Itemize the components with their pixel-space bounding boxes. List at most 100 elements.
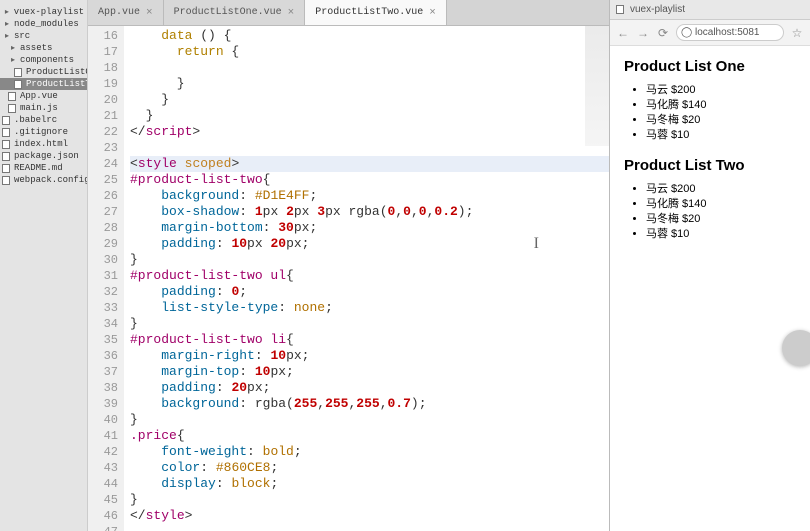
editor-tabs: App.vue×ProductListOne.vue×ProductListTw… [88, 0, 609, 26]
code-line[interactable]: margin-top: 10px; [130, 364, 609, 380]
tree-folder[interactable]: ▸components [0, 54, 87, 66]
code-line[interactable]: padding: 20px; [130, 380, 609, 396]
code-line[interactable]: #product-list-two ul{ [130, 268, 609, 284]
line-number: 18 [88, 60, 118, 76]
file-icon [2, 151, 12, 161]
folder-icon: ▸ [2, 19, 12, 29]
code-line[interactable]: margin-bottom: 30px; [130, 220, 609, 236]
code-line[interactable]: } [130, 492, 609, 508]
tree-folder[interactable]: ▸src [0, 30, 87, 42]
section-heading: Product List One [624, 58, 796, 75]
bookmark-icon[interactable]: ☆ [790, 26, 804, 40]
file-icon [2, 163, 12, 173]
tree-item-label: components [20, 55, 74, 65]
close-icon[interactable]: × [429, 7, 436, 19]
list-item: 马蓉 $10 [646, 128, 796, 143]
editor-tab[interactable]: ProductListTwo.vue× [305, 0, 447, 25]
line-number: 47 [88, 524, 118, 531]
file-icon [2, 175, 12, 185]
tree-file[interactable]: ProductListOne.vue [0, 66, 87, 78]
file-icon [2, 127, 12, 137]
code-line[interactable]: } [130, 92, 609, 108]
tree-file[interactable]: webpack.config.js [0, 174, 87, 186]
code-line[interactable]: font-weight: bold; [130, 444, 609, 460]
line-number: 16 [88, 28, 118, 44]
tree-file[interactable]: README.md [0, 162, 87, 174]
line-number: 38 [88, 380, 118, 396]
code-line[interactable]: } [130, 412, 609, 428]
code-area[interactable]: 1617181920212223242526272829303132333435… [88, 26, 609, 531]
line-number: 40 [88, 412, 118, 428]
tree-folder[interactable]: ▸vuex-playlist [0, 6, 87, 18]
tree-file[interactable]: .babelrc [0, 114, 87, 126]
line-number: 43 [88, 460, 118, 476]
code-line[interactable]: </style> [130, 508, 609, 524]
code-line[interactable]: list-style-type: none; [130, 300, 609, 316]
code-line[interactable]: background: rgba(255,255,255,0.7); [130, 396, 609, 412]
code-line[interactable]: data () { [130, 28, 609, 44]
tree-item-label: App.vue [20, 91, 58, 101]
code-line[interactable]: display: block; [130, 476, 609, 492]
line-number: 35 [88, 332, 118, 348]
line-number: 25 [88, 172, 118, 188]
code-line[interactable]: } [130, 316, 609, 332]
tree-folder[interactable]: ▸node_modules [0, 18, 87, 30]
tree-file[interactable]: package.json [0, 150, 87, 162]
line-number: 30 [88, 252, 118, 268]
code-line[interactable]: <style scoped> [130, 156, 609, 172]
code-content[interactable]: data () { return { } } }</script><style … [124, 26, 609, 531]
code-line[interactable]: box-shadow: 1px 2px 3px rgba(0,0,0,0.2); [130, 204, 609, 220]
tree-file[interactable]: .gitignore [0, 126, 87, 138]
editor-tab[interactable]: App.vue× [88, 0, 164, 25]
code-line[interactable]: .price{ [130, 428, 609, 444]
code-line[interactable]: margin-right: 10px; [130, 348, 609, 364]
code-line[interactable]: padding: 0; [130, 284, 609, 300]
minimap[interactable] [585, 26, 609, 146]
tree-item-label: src [14, 31, 30, 41]
code-line[interactable]: } [130, 76, 609, 92]
tab-label: ProductListOne.vue [174, 7, 282, 18]
folder-icon: ▸ [2, 7, 12, 17]
line-number: 41 [88, 428, 118, 444]
tree-file[interactable]: ProductListTwo.vue [0, 78, 87, 90]
folder-icon: ▸ [8, 43, 18, 53]
url-bar[interactable]: ◯ localhost:5081 [676, 24, 784, 41]
back-button[interactable]: ← [616, 26, 630, 40]
reload-button[interactable]: ⟳ [656, 26, 670, 40]
list-item: 马化腾 $140 [646, 98, 796, 113]
browser-pane: vuex-playlist ← → ⟳ ◯ localhost:5081 ☆ P… [610, 0, 810, 531]
tree-item-label: package.json [14, 151, 79, 161]
tree-file[interactable]: index.html [0, 138, 87, 150]
editor-tab[interactable]: ProductListOne.vue × [164, 0, 306, 25]
line-number: 33 [88, 300, 118, 316]
code-line[interactable]: } [130, 252, 609, 268]
code-line[interactable]: background: #D1E4FF; [130, 188, 609, 204]
close-icon[interactable]: × [288, 7, 295, 19]
code-line[interactable]: } [130, 108, 609, 124]
code-line[interactable] [130, 60, 609, 76]
browser-tab-title[interactable]: vuex-playlist [630, 4, 685, 15]
tree-item-label: vuex-playlist [14, 7, 84, 17]
list-item: 马蓉 $10 [646, 227, 796, 242]
code-line[interactable] [130, 524, 609, 531]
line-number: 24 [88, 156, 118, 172]
line-number: 46 [88, 508, 118, 524]
code-line[interactable]: #product-list-two li{ [130, 332, 609, 348]
line-number: 45 [88, 492, 118, 508]
floating-action-button[interactable] [782, 330, 810, 366]
file-icon [14, 67, 24, 77]
tree-file[interactable]: main.js [0, 102, 87, 114]
code-line[interactable]: color: #860CE8; [130, 460, 609, 476]
code-line[interactable]: #product-list-two{ [130, 172, 609, 188]
tree-file[interactable]: App.vue [0, 90, 87, 102]
tree-folder[interactable]: ▸assets [0, 42, 87, 54]
code-line[interactable]: return { [130, 44, 609, 60]
forward-button[interactable]: → [636, 26, 650, 40]
line-number: 32 [88, 284, 118, 300]
list-item: 马云 $200 [646, 83, 796, 98]
code-line[interactable]: </script> [130, 124, 609, 140]
file-icon [8, 91, 18, 101]
close-icon[interactable]: × [146, 7, 153, 19]
text-cursor-icon: I [534, 236, 539, 252]
code-line[interactable] [130, 140, 609, 156]
